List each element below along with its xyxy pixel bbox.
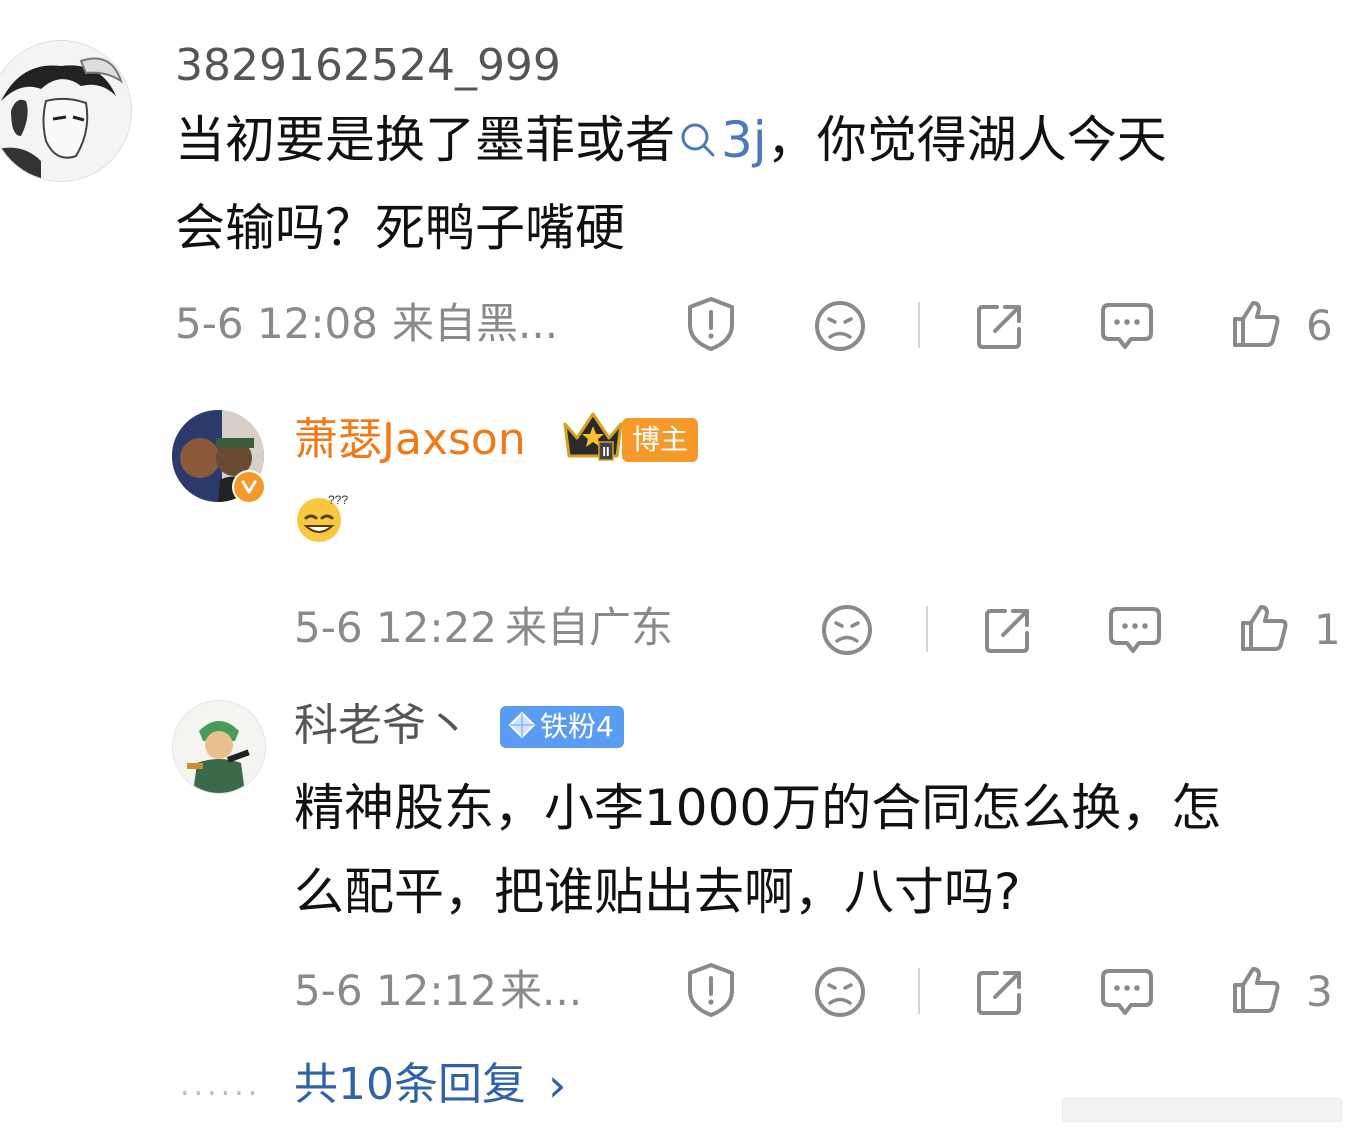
topic-text: 3j: [721, 111, 767, 169]
badge-label: 铁粉4: [540, 710, 614, 743]
comment-text-line: 会输吗？死鸭子嘴硬: [175, 198, 625, 257]
action-divider: [918, 968, 920, 1014]
more-replies-label: 共10条回复: [294, 1059, 526, 1110]
action-divider: [918, 302, 920, 348]
comment-time: 5-6 12:12: [294, 966, 497, 1015]
like-icon[interactable]: [1228, 962, 1284, 1018]
svg-text:???: ???: [328, 493, 348, 507]
comment-username[interactable]: 科老爷丶: [294, 704, 470, 748]
comment-text-part: ，你觉得湖人今天: [766, 111, 1167, 169]
diamond-icon: [508, 711, 536, 744]
comment-icon[interactable]: [1098, 298, 1156, 354]
share-icon[interactable]: [972, 964, 1028, 1020]
thread-ellipsis: ......: [180, 1068, 262, 1103]
comment-location: 来...: [500, 966, 583, 1015]
like-count: 6: [1306, 301, 1333, 350]
dislike-icon[interactable]: [812, 964, 868, 1020]
comment-icon[interactable]: [1106, 602, 1164, 658]
like-count: 1: [1314, 605, 1341, 654]
comment-icon[interactable]: [1098, 964, 1156, 1020]
avatar[interactable]: [0, 40, 132, 182]
emoji-icon: ???: [294, 490, 350, 546]
dislike-icon[interactable]: [812, 298, 868, 354]
like-count: 3: [1306, 967, 1333, 1016]
comment-text: 精神股东，小李1000万的合同怎么换，怎 么配平，把谁贴出去啊，八寸吗?: [294, 766, 1344, 934]
avatar-verified-icon: [232, 470, 266, 504]
chevron-right-icon: ›: [548, 1058, 567, 1112]
comment-text: 当初要是换了墨菲或者 3j，你觉得湖人今天 会输吗？死鸭子嘴硬: [175, 98, 1335, 270]
share-icon[interactable]: [980, 602, 1036, 658]
crown-icon: II: [561, 408, 625, 464]
comment-location: 来自广东: [505, 603, 674, 652]
comment-text-part: 当初要是换了墨菲或者: [175, 111, 675, 169]
comment-text-line: 么配平，把谁贴出去啊，八寸吗?: [294, 863, 1021, 921]
search-icon: [677, 102, 719, 186]
watermark: [1062, 1098, 1342, 1122]
action-divider: [926, 606, 928, 652]
status-badge: 铁粉4: [500, 706, 624, 748]
like-icon[interactable]: [1228, 296, 1284, 352]
topic-link[interactable]: 3j: [675, 111, 767, 169]
comment-time: 5-6 12:08: [175, 299, 378, 348]
comment-time: 5-6 12:22: [294, 603, 497, 652]
comment-username[interactable]: 3829162524_999: [175, 44, 561, 88]
share-icon[interactable]: [972, 298, 1028, 354]
comment-location: 来自黑...: [392, 299, 559, 348]
report-icon[interactable]: [682, 294, 740, 354]
comment-text-line: 精神股东，小李1000万的合同怎么换，怎: [294, 779, 1222, 837]
comment-username[interactable]: 萧瑟Jaxson: [294, 418, 526, 462]
badge-label: 博主: [632, 423, 689, 456]
avatar[interactable]: [172, 700, 266, 794]
like-icon[interactable]: [1236, 600, 1292, 656]
badge-level: II: [602, 444, 609, 459]
status-badge: 博主: [622, 418, 699, 462]
report-icon[interactable]: [682, 960, 740, 1020]
dislike-icon[interactable]: [819, 602, 875, 658]
more-replies-link[interactable]: 共10条回复 ›: [294, 1062, 566, 1108]
